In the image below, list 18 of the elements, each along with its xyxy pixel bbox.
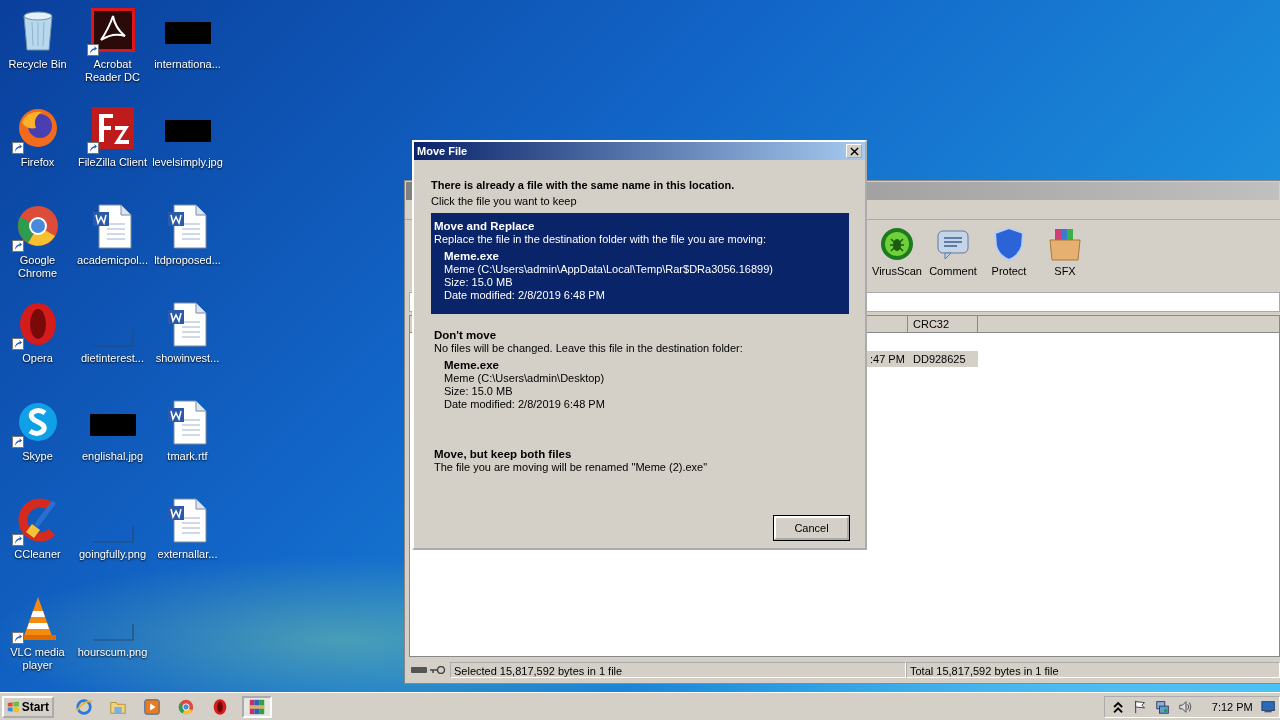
option-title: Don't move <box>434 329 498 342</box>
option-title: Move, but keep both files <box>434 448 573 461</box>
file-name: Meme.exe <box>444 250 500 263</box>
option-description: The file you are moving will be renamed "Meme (2).exe" <box>434 461 709 474</box>
file-location: Meme (C:\Users\admin\AppData\Local\Temp\Rar$DRa3056.16899) <box>444 263 774 276</box>
status-text: Total 15,817,592 bytes in 1 file <box>906 662 1280 678</box>
status-text: Selected 15,817,592 bytes in 1 file <box>450 662 906 678</box>
option-title: Move and Replace <box>434 220 536 233</box>
window-title: Move File <box>417 145 468 157</box>
file-date: Date modified: 2/8/2019 6:48 PM <box>444 289 606 302</box>
file-location: Meme (C:\Users\admin\Desktop) <box>444 372 606 385</box>
heading: There is already a file with the same name in this location. <box>431 178 736 192</box>
option-description: Replace the file in the destination folder with the file you are moving: <box>434 233 768 246</box>
table-cell: DD928625 <box>908 351 978 367</box>
instruction-text: Click the file you want to keep <box>431 194 578 208</box>
file-date: Date modified: 2/8/2019 6:48 PM <box>444 398 606 411</box>
file-size: Size: 15.0 MB <box>444 276 514 289</box>
file-size: Size: 15.0 MB <box>444 385 514 398</box>
